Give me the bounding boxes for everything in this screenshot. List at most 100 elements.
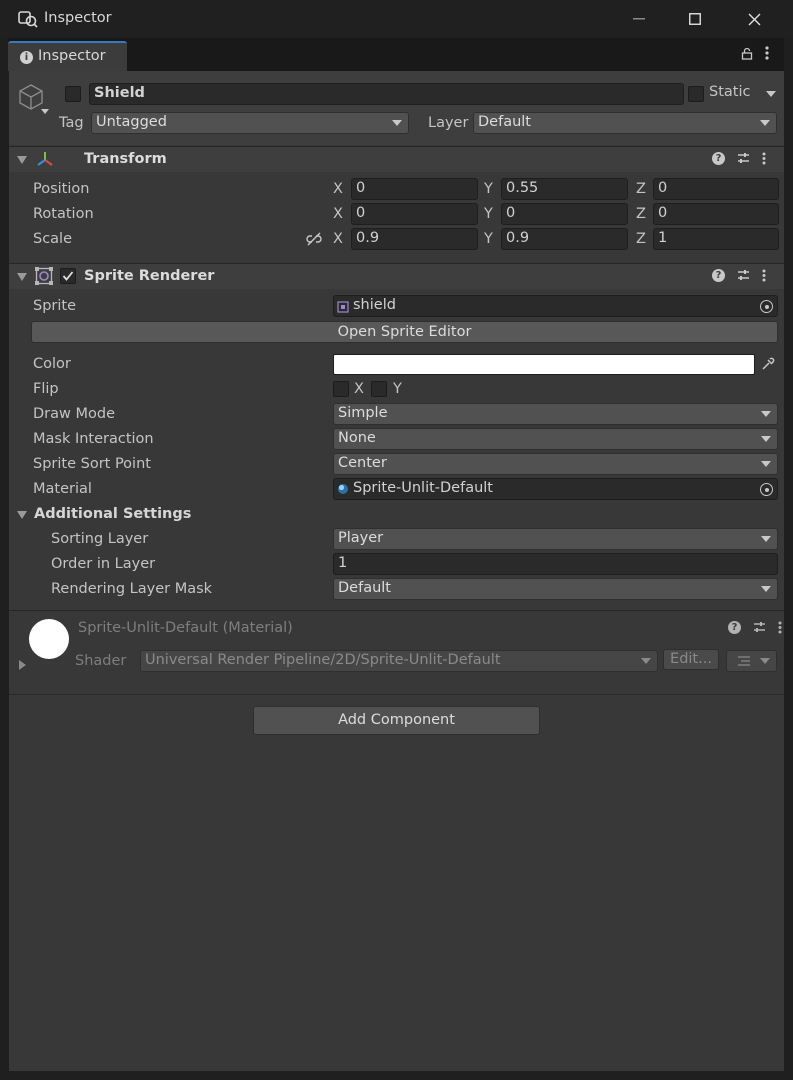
mask-interaction-label: Mask Interaction <box>33 431 154 447</box>
chevron-down-icon <box>392 120 402 126</box>
position-x-axis-label[interactable]: X <box>333 181 343 197</box>
static-checkbox[interactable] <box>688 86 704 102</box>
chevron-down-icon <box>760 120 770 126</box>
eyedropper-icon[interactable] <box>761 357 775 371</box>
close-button[interactable] <box>726 0 782 38</box>
object-picker-icon[interactable] <box>760 300 773 313</box>
material-value: Sprite-Unlit-Default <box>353 480 493 496</box>
rotation-label: Rotation <box>33 206 94 222</box>
position-y-input[interactable]: 0.55 <box>501 178 628 200</box>
rotation-y-input[interactable]: 0 <box>501 203 628 225</box>
material-sphere-icon <box>338 484 348 494</box>
flip-x-checkbox[interactable] <box>333 381 349 397</box>
chevron-down-icon <box>761 536 771 542</box>
object-picker-icon[interactable] <box>760 483 773 496</box>
help-icon[interactable]: ? <box>728 621 741 634</box>
sprite-renderer-enabled-checkbox[interactable] <box>60 268 76 284</box>
icon-dropdown-arrow[interactable] <box>41 109 49 114</box>
tab-inspector[interactable]: i Inspector <box>8 41 127 71</box>
color-swatch[interactable] <box>333 354 755 375</box>
constrain-proportions-icon[interactable] <box>306 232 322 246</box>
shader-label: Shader <box>75 653 127 669</box>
add-component-button[interactable]: Add Component <box>253 706 540 735</box>
rotation-x-axis-label[interactable]: X <box>333 206 343 222</box>
rotation-z-axis-label[interactable]: Z <box>636 206 646 222</box>
scale-x-axis-label[interactable]: X <box>333 231 343 247</box>
flip-y-checkbox[interactable] <box>371 381 387 397</box>
order-in-layer-input[interactable]: 1 <box>333 553 778 575</box>
material-preview-sphere <box>29 619 69 659</box>
scale-label: Scale <box>33 231 73 247</box>
more-options-icon[interactable] <box>778 621 782 634</box>
preset-sliders-icon[interactable] <box>737 152 750 165</box>
sprite-label: Sprite <box>33 298 77 314</box>
transform-header-actions: ? <box>712 152 766 165</box>
scale-y-input[interactable]: 0.9 <box>501 228 628 250</box>
minimize-button[interactable] <box>611 0 667 38</box>
tab-label: Inspector <box>38 48 106 64</box>
checkmark-icon <box>62 271 74 281</box>
static-dropdown-arrow[interactable] <box>766 91 776 97</box>
inspector-panel: Shield Static Tag Untagged Layer Default… <box>9 71 784 1071</box>
help-icon[interactable]: ? <box>712 152 725 165</box>
scale-y-axis-label[interactable]: Y <box>484 231 493 247</box>
more-options-icon[interactable] <box>765 46 769 60</box>
color-label: Color <box>33 356 71 372</box>
more-options-icon[interactable] <box>762 269 766 282</box>
layer-dropdown[interactable]: Default <box>473 112 777 134</box>
section-divider <box>9 694 784 695</box>
tag-dropdown[interactable]: Untagged <box>91 112 409 134</box>
sprite-renderer-foldout-arrow[interactable] <box>17 273 27 281</box>
scale-z-input[interactable]: 1 <box>653 228 779 250</box>
scale-z-axis-label[interactable]: Z <box>636 231 646 247</box>
rendering-layer-mask-dropdown[interactable]: Default <box>333 578 778 600</box>
draw-mode-label: Draw Mode <box>33 406 115 422</box>
more-options-icon[interactable] <box>762 152 766 165</box>
additional-settings-label[interactable]: Additional Settings <box>34 506 191 522</box>
mask-interaction-dropdown[interactable]: None <box>333 428 778 450</box>
scale-x-input[interactable]: 0.9 <box>351 228 478 250</box>
position-y-axis-label[interactable]: Y <box>484 181 493 197</box>
additional-settings-foldout-arrow[interactable] <box>17 511 27 519</box>
maximize-button[interactable] <box>667 0 723 38</box>
transform-foldout-arrow[interactable] <box>17 156 27 164</box>
position-z-input[interactable]: 0 <box>653 178 779 200</box>
rotation-y-axis-label[interactable]: Y <box>484 206 493 222</box>
gameobject-cube-icon[interactable] <box>17 82 45 112</box>
lock-icon[interactable] <box>741 47 753 60</box>
position-x-input[interactable]: 0 <box>351 178 478 200</box>
shader-edit-button[interactable]: Edit... <box>663 649 719 670</box>
sprite-sort-point-dropdown[interactable]: Center <box>333 453 778 475</box>
help-icon[interactable]: ? <box>712 269 725 282</box>
draw-mode-value: Simple <box>338 405 388 421</box>
sorting-layer-value: Player <box>338 530 384 546</box>
info-icon: i <box>20 51 33 64</box>
layer-label: Layer <box>428 115 469 131</box>
active-checkbox[interactable] <box>65 86 81 102</box>
material-header-actions: ? <box>728 621 782 634</box>
open-sprite-editor-button[interactable]: Open Sprite Editor <box>31 321 778 343</box>
shader-options-dropdown[interactable] <box>726 650 777 672</box>
window-title: Inspector <box>44 10 112 26</box>
material-foldout-arrow[interactable] <box>19 660 26 670</box>
shader-dropdown[interactable]: Universal Render Pipeline/2D/Sprite-Unli… <box>140 650 658 672</box>
chevron-down-icon <box>761 411 771 417</box>
rotation-z-input[interactable]: 0 <box>653 203 779 225</box>
chevron-down-icon <box>761 436 771 442</box>
gameobject-name-input[interactable]: Shield <box>89 83 684 105</box>
tab-bar: i Inspector <box>8 38 784 71</box>
position-z-axis-label[interactable]: Z <box>636 181 646 197</box>
material-object-field[interactable]: Sprite-Unlit-Default <box>333 478 778 500</box>
shader-value: Universal Render Pipeline/2D/Sprite-Unli… <box>145 652 501 668</box>
rendering-layer-mask-value: Default <box>338 580 391 596</box>
rotation-x-input[interactable]: 0 <box>351 203 478 225</box>
transform-title: Transform <box>84 151 167 167</box>
static-label: Static <box>709 84 751 100</box>
sorting-layer-dropdown[interactable]: Player <box>333 528 778 550</box>
tag-label: Tag <box>59 115 84 131</box>
draw-mode-dropdown[interactable]: Simple <box>333 403 778 425</box>
sprite-object-field[interactable]: shield <box>333 295 778 317</box>
preset-sliders-icon[interactable] <box>753 621 766 634</box>
material-label: Material <box>33 481 92 497</box>
preset-sliders-icon[interactable] <box>737 269 750 282</box>
